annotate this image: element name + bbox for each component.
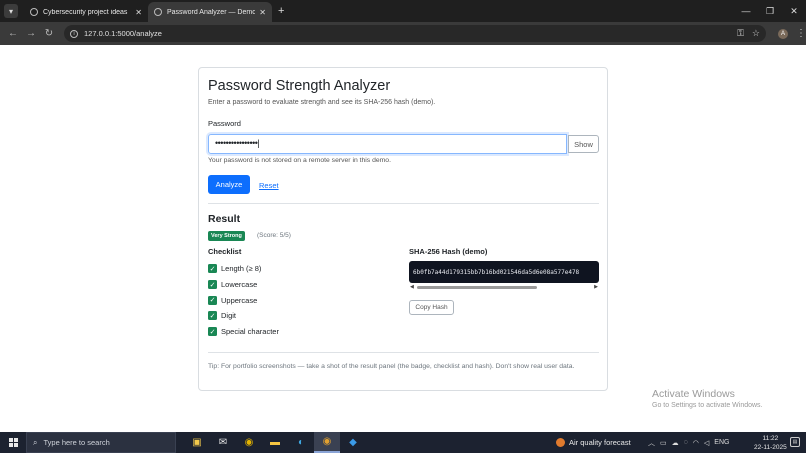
vscode-icon[interactable]: ◆	[340, 432, 366, 453]
battery-icon[interactable]: ▭	[660, 439, 667, 447]
chrome-icon[interactable]: ◉	[236, 432, 262, 453]
chrome-active-icon[interactable]: ◉	[314, 432, 340, 453]
address-bar[interactable]: i 127.0.0.1:5000/analyze ⚿ ☆	[64, 25, 766, 42]
globe-icon	[30, 8, 38, 16]
wifi-icon[interactable]: ◠	[693, 439, 699, 447]
back-icon[interactable]: ←	[4, 28, 22, 39]
tab-title: Password Analyzer — Demo	[167, 8, 256, 16]
profile-avatar[interactable]: A	[778, 28, 788, 39]
scroll-right-icon[interactable]: ▶	[594, 284, 598, 290]
checklist-item: ✓ Uppercase	[208, 292, 279, 308]
checkmark-icon: ✓	[208, 311, 217, 321]
search-placeholder: Type here to search	[43, 438, 110, 447]
weather-text: Air quality forecast	[569, 438, 631, 447]
bookmark-star-icon[interactable]: ☆	[752, 28, 760, 39]
password-key-icon[interactable]: ⚿	[737, 28, 744, 39]
hash-heading: SHA-256 Hash (demo)	[409, 247, 488, 256]
close-icon[interactable]: ✕	[259, 8, 266, 17]
close-icon[interactable]: ✕	[135, 8, 142, 17]
hash-output[interactable]: 6b0fb7a44d179315bb7b16bd021546da5d6e08a5…	[409, 261, 599, 283]
divider	[208, 352, 599, 353]
system-clock[interactable]: 11:22 22-11-2025	[754, 434, 787, 452]
checkmark-icon: ✓	[208, 295, 217, 305]
language-indicator[interactable]: ENG	[714, 439, 729, 446]
maximize-icon[interactable]: ❐	[758, 0, 782, 22]
menu-kebab-icon[interactable]: ⋮	[796, 28, 806, 39]
tab-search-icon[interactable]: ▾	[4, 4, 18, 18]
window-controls: — ❐ ✕	[734, 0, 806, 22]
strength-badge: Very Strong	[208, 231, 245, 241]
file-explorer-icon[interactable]: ▬	[262, 432, 288, 453]
watermark-title: Activate Windows	[652, 388, 735, 400]
scroll-thumb[interactable]	[417, 286, 537, 289]
page-subtitle: Enter a password to evaluate strength an…	[208, 99, 436, 106]
checklist-item: ✓ Special character	[208, 324, 279, 340]
cloud-icon[interactable]: ☁	[672, 439, 679, 447]
globe-icon	[154, 8, 162, 16]
password-input[interactable]: ••••••••••••••••|	[208, 134, 567, 154]
weather-widget[interactable]: Air quality forecast	[556, 432, 631, 453]
tab-title: Cybersecurity project ideas	[43, 8, 128, 16]
forward-icon[interactable]: →	[22, 28, 40, 39]
checkmark-icon: ✓	[208, 327, 217, 337]
tip-text: Tip: For portfolio screenshots — take a …	[208, 363, 575, 370]
clock-time: 11:22	[762, 435, 779, 442]
copy-hash-button[interactable]: Copy Hash	[409, 300, 454, 315]
checklist-item: ✓ Digit	[208, 308, 279, 324]
checklist-item: ✓ Length (≥ 8)	[208, 261, 279, 277]
air-quality-icon	[556, 438, 565, 447]
checklist-label: Digit	[221, 311, 237, 321]
result-heading: Result	[208, 213, 241, 225]
hash-scrollbar[interactable]: ◀ ▶	[409, 284, 599, 291]
checklist-label: Lowercase	[221, 280, 258, 290]
notifications-icon[interactable]: ▤	[790, 437, 800, 447]
new-tab-icon[interactable]: +	[278, 5, 284, 17]
network-icon[interactable]: ◌	[684, 439, 688, 446]
activation-watermark: Activate Windows Go to Settings to activ…	[652, 388, 763, 409]
clock-date: 22-11-2025	[754, 444, 787, 451]
edge-icon[interactable]: ◐	[288, 432, 314, 453]
score-text: (Score: 5/5)	[257, 232, 291, 239]
checkmark-icon: ✓	[208, 264, 217, 274]
pinned-apps: ▣ ✉ ◉ ▬ ◐ ◉ ◆	[184, 432, 366, 453]
reload-icon[interactable]: ↻	[40, 28, 58, 39]
tab-password-analyzer[interactable]: Password Analyzer — Demo ✕	[148, 2, 272, 22]
analyzer-card: Password Strength Analyzer Enter a passw…	[198, 67, 608, 391]
site-info-icon[interactable]: i	[70, 29, 78, 38]
privacy-note: Your password is not stored on a remote …	[208, 157, 391, 164]
browser-tab-bar: ▾ Cybersecurity project ideas ✕ Password…	[0, 0, 806, 22]
mail-icon[interactable]: ✉	[210, 432, 236, 453]
scroll-left-icon[interactable]: ◀	[410, 284, 414, 290]
search-icon: ⌕	[33, 437, 38, 447]
show-password-button[interactable]: Show	[568, 135, 599, 153]
browser-toolbar: ← → ↻ i 127.0.0.1:5000/analyze ⚿ ☆ A ⋮	[0, 22, 806, 45]
url-text: 127.0.0.1:5000/analyze	[84, 29, 162, 38]
checklist-label: Uppercase	[221, 295, 258, 305]
system-tray: ︿ ▭ ☁ ◌ ◠ ◁ ENG	[648, 432, 729, 453]
checklist-heading: Checklist	[208, 247, 242, 256]
volume-icon[interactable]: ◁	[704, 439, 709, 447]
taskbar-search[interactable]: ⌕ Type here to search	[26, 432, 176, 453]
chevron-up-icon[interactable]: ︿	[648, 438, 655, 448]
taskbar: ⌕ Type here to search ▣ ✉ ◉ ▬ ◐ ◉ ◆ Air …	[0, 432, 806, 453]
store-icon[interactable]: ▣	[184, 432, 210, 453]
page-title: Password Strength Analyzer	[208, 78, 391, 94]
checkmark-icon: ✓	[208, 280, 217, 290]
password-label: Password	[208, 119, 241, 128]
checklist-item: ✓ Lowercase	[208, 277, 279, 293]
watermark-subtitle: Go to Settings to activate Windows.	[652, 402, 763, 409]
close-window-icon[interactable]: ✕	[782, 0, 806, 22]
tab-cybersecurity-ideas[interactable]: Cybersecurity project ideas ✕	[24, 2, 148, 22]
divider	[208, 203, 599, 204]
minimize-icon[interactable]: —	[734, 0, 758, 22]
windows-start-icon[interactable]	[4, 432, 22, 453]
checklist-label: Special character	[221, 327, 279, 337]
analyze-button[interactable]: Analyze	[208, 175, 250, 194]
checklist: ✓ Length (≥ 8) ✓ Lowercase ✓ Uppercase ✓ Dig…	[208, 261, 279, 339]
checklist-label: Length (≥ 8)	[221, 264, 262, 274]
reset-link[interactable]: Reset	[259, 181, 279, 190]
